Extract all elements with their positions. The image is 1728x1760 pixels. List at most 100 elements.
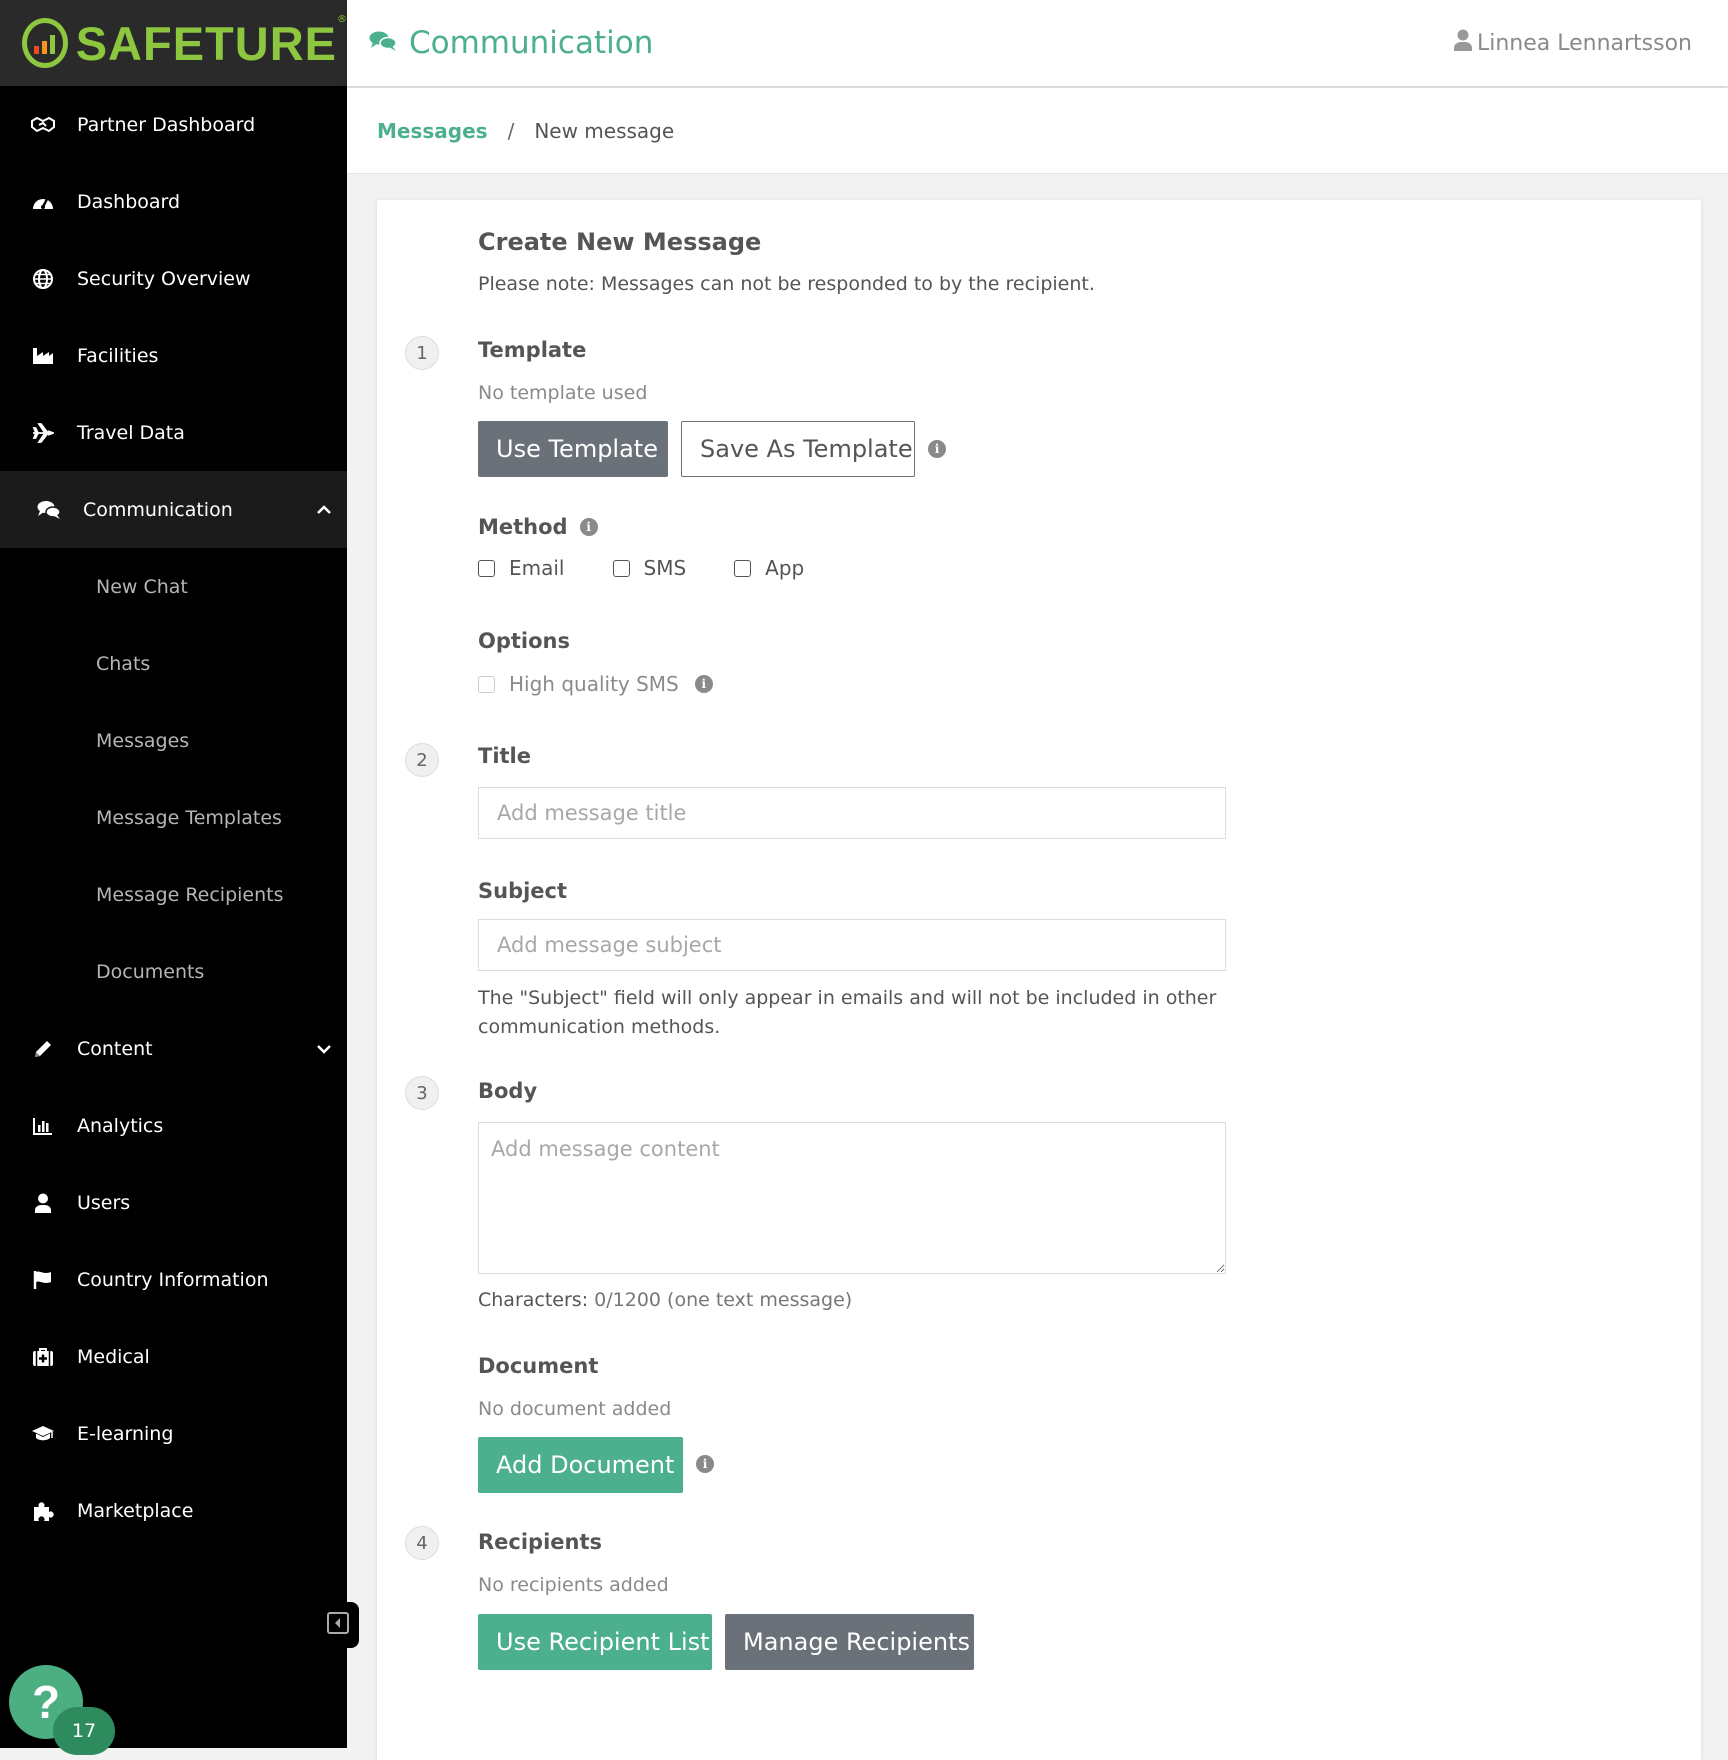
manage-recipients-button[interactable]: Manage Recipients [725,1614,974,1670]
sidebar-item-medical[interactable]: Medical [0,1318,347,1395]
recipients-status: No recipients added [478,1574,669,1596]
subject-input[interactable] [478,919,1226,971]
form-heading: Create New Message [478,228,762,256]
logo-text: SAFETURE [75,16,337,70]
sidebar-subitem-new-chat[interactable]: New Chat [0,548,347,625]
collapse-left-icon [327,1612,349,1638]
sidebar-nav: Partner Dashboard Dashboard Security Ove… [0,86,347,1549]
breadcrumb-messages-link[interactable]: Messages [377,119,488,143]
sidebar-item-facilities[interactable]: Facilities [0,317,347,394]
sidebar-item-label: Medical [77,1345,150,1368]
logo[interactable]: SAFETURE ® [0,0,347,86]
sidebar-item-e-learning[interactable]: E-learning [0,1395,347,1472]
plane-icon [30,422,56,444]
sidebar-subitem-chats[interactable]: Chats [0,625,347,702]
sidebar-item-content[interactable]: Content [0,1010,347,1087]
method-email-option[interactable]: Email [478,556,565,580]
pencil-icon [30,1038,56,1060]
sidebar-subitem-message-templates[interactable]: Message Templates [0,779,347,856]
sidebar-item-label: Security Overview [77,267,251,290]
new-message-card: 1 2 3 4 Create New Message Please note: … [377,200,1701,1760]
step-badge-3: 3 [405,1076,439,1110]
app-checkbox[interactable] [734,559,752,577]
info-icon[interactable]: i [696,1455,714,1473]
step-badge-1: 1 [405,336,439,370]
info-icon[interactable]: i [694,675,713,693]
sidebar-item-security-overview[interactable]: Security Overview [0,240,347,317]
step-badge-2: 2 [405,743,439,777]
comments-icon [36,499,62,521]
character-counter-label: Characters: [478,1289,589,1311]
character-counter-value: 0/1200 (one text message) [594,1289,853,1311]
graduation-cap-icon [30,1423,56,1445]
chevron-down-icon[interactable] [313,1038,335,1060]
sidebar-item-partner-dashboard[interactable]: Partner Dashboard [0,86,347,163]
sidebar-item-label: Users [77,1191,131,1214]
handshake-icon [30,114,56,136]
use-recipient-list-button[interactable]: Use Recipient List [478,1614,712,1670]
add-document-button[interactable]: Add Document [478,1437,683,1493]
industry-icon [30,345,56,367]
breadcrumb-current: New message [534,118,675,143]
sidebar-item-label: Content [77,1037,153,1060]
info-icon[interactable]: i [579,518,598,536]
recipients-label: Recipients [478,1530,603,1554]
breadcrumb-separator: / [507,118,515,143]
method-label-text: Method [478,515,568,539]
sidebar-item-analytics[interactable]: Analytics [0,1087,347,1164]
high-quality-sms-option: High quality SMS i [478,672,713,696]
puzzle-icon [30,1500,56,1522]
subject-help-text: The "Subject" field will only appear in … [478,987,1217,1038]
sidebar-subitem-messages[interactable]: Messages [0,702,347,779]
sms-checkbox[interactable] [612,559,630,577]
globe-icon [30,268,56,290]
sidebar-item-travel-data[interactable]: Travel Data [0,394,347,471]
title-input[interactable] [478,787,1226,839]
title-label: Title [478,744,532,768]
sms-checkbox-label: SMS [643,556,687,580]
document-label: Document [478,1354,599,1378]
sidebar-item-dashboard[interactable]: Dashboard [0,163,347,240]
info-icon[interactable]: i [928,440,946,458]
gauge-icon [30,191,56,213]
user-icon [1453,29,1473,57]
method-sms-option[interactable]: SMS [612,556,687,580]
method-label: Method i [478,515,598,539]
sidebar-subitem-documents[interactable]: Documents [0,933,347,1010]
sidebar-item-label: Dashboard [77,190,181,213]
sidebar-item-label: Country Information [77,1268,269,1291]
top-header: Communication Linnea Lennartsson [347,0,1728,86]
template-label: Template [478,338,587,362]
email-checkbox[interactable] [478,559,495,577]
breadcrumb: Messages / New message [347,88,1728,174]
bar-chart-icon [30,1115,56,1137]
page-title: Communication [409,25,654,61]
use-template-button[interactable]: Use Template [478,421,668,477]
sidebar-item-label: Facilities [77,344,159,367]
email-checkbox-label: Email [509,556,565,580]
form-note: Please note: Messages can not be respond… [478,273,1095,295]
user-name: Linnea Lennartsson [1476,30,1692,56]
sidebar-item-label: Travel Data [77,421,185,444]
sidebar-item-marketplace[interactable]: Marketplace [0,1472,347,1549]
save-as-template-button[interactable]: Save As Template [681,421,915,477]
options-label: Options [478,629,570,653]
character-counter: Characters: 0/1200 (one text message) [478,1289,852,1311]
body-textarea[interactable] [478,1122,1226,1274]
comments-icon [369,30,397,56]
sidebar-item-country-information[interactable]: Country Information [0,1241,347,1318]
method-app-option[interactable]: App [734,556,804,580]
sidebar-item-users[interactable]: Users [0,1164,347,1241]
subject-label: Subject [478,879,568,903]
user-icon [30,1192,56,1214]
sidebar: SAFETURE ® Partner Dashboard Dashboard S… [0,0,347,1748]
sidebar-item-label: Communication [83,498,233,521]
user-menu[interactable]: Linnea Lennartsson [1453,29,1692,57]
flag-icon [30,1269,56,1291]
sidebar-item-communication[interactable]: Communication [0,471,347,548]
high-quality-sms-checkbox[interactable] [478,675,495,693]
document-status: No document added [478,1398,672,1420]
sidebar-subitem-message-recipients[interactable]: Message Recipients [0,856,347,933]
chevron-up-icon[interactable] [313,499,335,521]
sidebar-collapse-button[interactable] [317,1602,359,1648]
